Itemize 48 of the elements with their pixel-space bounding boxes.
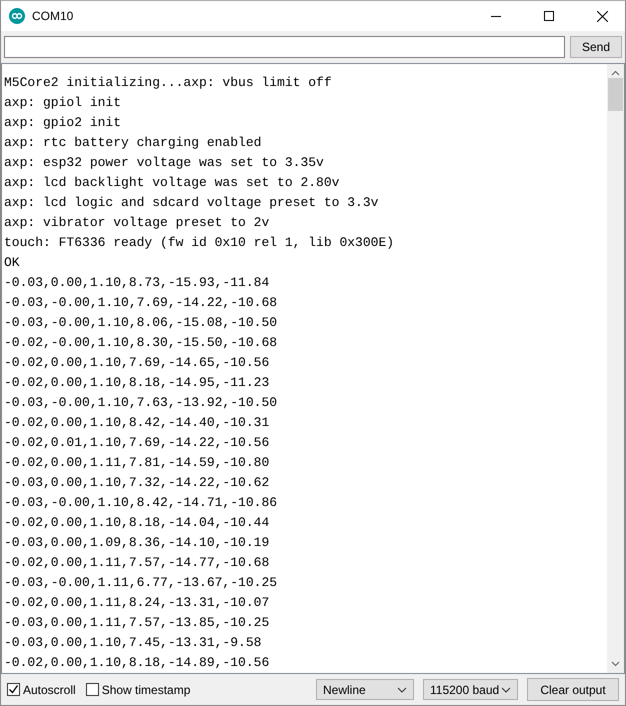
output-line: -0.03,-0.00,1.10,8.42,-14.71,-10.86 (4, 494, 278, 512)
output-line: -0.03,-0.00,1.11,6.77,-13.67,-10.25 (4, 574, 278, 592)
output-line: -0.02,0.00,1.11,7.81,-14.59,-10.80 (4, 454, 270, 472)
scroll-up-icon[interactable] (611, 70, 620, 76)
checkbox[interactable]: Autoscroll (7, 682, 76, 696)
output-line: axp: gpiol init (4, 94, 122, 112)
output-line: -0.02,0.00,1.10,8.18,-14.89,-10.56 (4, 654, 270, 672)
clear-output-button[interactable]: Clear output (527, 678, 619, 701)
output-line: -0.03,-0.00,1.10,7.63,-13.92,-10.50 (4, 394, 278, 412)
output-line: -0.03,0.00,1.09,8.36,-14.10,-10.19 (4, 534, 270, 552)
output-line: axp: lcd logic and sdcard voltage preset to 3.3v (4, 194, 380, 212)
scrollbar-thumb[interactable] (608, 78, 623, 111)
caret-icon (397, 686, 407, 692)
output-line: -0.02,0.00,1.10,8.18,-14.04,-10.44 (4, 514, 270, 532)
output-line: -0.03,-0.00,1.10,7.69,-14.22,-10.68 (4, 294, 278, 312)
output-line: -0.02,0.00,1.10,8.18,-14.95,-11.23 (4, 374, 270, 392)
output-line: -0.03,0.00,1.11,7.57,-13.85,-10.25 (4, 614, 270, 632)
output-line: -0.02,0.00,1.11,7.57,-14.77,-10.68 (4, 554, 270, 572)
output-line: -0.03,-0.00,1.10,8.06,-15.08,-10.50 (4, 314, 278, 332)
output-line: OK (4, 254, 21, 272)
output-line: -0.02,0.00,1.10,7.69,-14.65,-10.56 (4, 354, 270, 372)
output-line: M5Core2 initializing...axp: vbus limit off (4, 74, 333, 92)
scroll-down-icon[interactable] (611, 661, 620, 667)
caret-icon (501, 686, 511, 692)
checkbox[interactable]: Show timestamp (86, 682, 190, 696)
app-logo-icon (9, 8, 25, 24)
output-line: -0.03,0.00,1.10,8.73,-15.93,-11.84 (4, 274, 270, 292)
send-button[interactable]: Send (570, 36, 622, 58)
scrollbar[interactable] (607, 64, 624, 673)
output-line: axp: rtc battery charging enabled (4, 134, 262, 152)
maximize-icon (544, 11, 554, 21)
message-input[interactable] (4, 36, 565, 58)
output-line: -0.03,0.00,1.10,7.32,-14.22,-10.62 (4, 474, 270, 492)
output-line: -0.02,0.00,1.11,8.24,-13.31,-10.07 (4, 594, 270, 612)
checkmark-icon (8, 684, 19, 695)
output-line: touch: FT6336 ready (fw id 0x10 rel 1, lib 0x300E) (4, 234, 396, 252)
output-line: axp: esp32 power voltage was set to 3.35v (4, 154, 325, 172)
output-line: axp: gpio2 init (4, 114, 122, 132)
window-title: COM10 (32, 9, 74, 23)
close-icon (596, 10, 608, 22)
output-line: axp: vibrator voltage preset to 2v (4, 214, 270, 232)
output-line: -0.03,0.00,1.10,7.45,-13.31,-9.58 (4, 634, 262, 652)
output-line: -0.02,-0.00,1.10,8.30,-15.50,-10.68 (4, 334, 278, 352)
output-line: axp: lcd backlight voltage was set to 2.80v (4, 174, 340, 192)
line-ending-dropdown[interactable]: Newline (316, 679, 414, 700)
output-line: -0.02,0.01,1.10,7.69,-14.22,-10.56 (4, 434, 270, 452)
baud-rate-dropdown[interactable]: 115200 baud (423, 679, 518, 700)
output-line: -0.02,0.00,1.10,8.42,-14.40,-10.31 (4, 414, 270, 432)
